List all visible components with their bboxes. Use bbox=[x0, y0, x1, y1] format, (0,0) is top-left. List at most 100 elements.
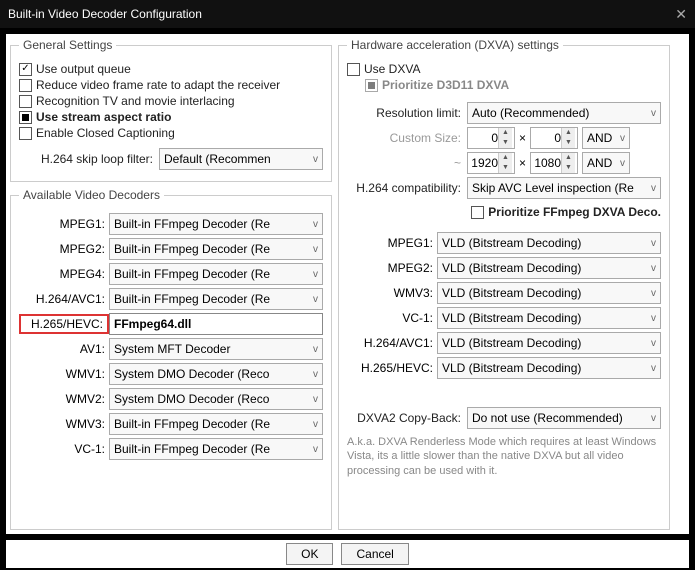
hw-decoder-select[interactable]: VLD (Bitstream Decoding)v bbox=[437, 307, 661, 329]
hw-decoder-value: VLD (Bitstream Decoding) bbox=[442, 336, 581, 350]
content: General Settings Use output queue Reduce… bbox=[6, 34, 689, 534]
spin-up-icon[interactable]: ▲ bbox=[498, 128, 512, 138]
reduce-frame-rate-checkbox[interactable] bbox=[19, 79, 32, 92]
custom-width-spinner[interactable]: ▲▼ bbox=[467, 127, 515, 149]
decoders-list[interactable]: MPEG1:Built-in FFmpeg Decoder (RevMPEG2:… bbox=[19, 210, 323, 490]
spin-down-icon[interactable]: ▼ bbox=[498, 138, 512, 148]
decoder-value: System DMO Decoder (Reco bbox=[114, 392, 269, 406]
spin-down-icon[interactable]: ▼ bbox=[561, 163, 575, 173]
hw-decoder-select[interactable]: VLD (Bitstream Decoding)v bbox=[437, 232, 661, 254]
decoder-value: Built-in FFmpeg Decoder (Re bbox=[114, 442, 270, 456]
hw-decoder-row: H.264/AVC1:VLD (Bitstream Decoding)v bbox=[347, 332, 661, 354]
logic2-select[interactable]: AND v bbox=[582, 152, 630, 174]
general-settings-legend: General Settings bbox=[19, 38, 116, 52]
hw-decoder-select[interactable]: VLD (Bitstream Decoding)v bbox=[437, 332, 661, 354]
custom-width-input[interactable] bbox=[468, 131, 498, 145]
hw-decoder-label: VC-1: bbox=[347, 311, 437, 325]
decoder-row: VC-1:Built-in FFmpeg Decoder (Rev bbox=[19, 438, 323, 460]
ok-button[interactable]: OK bbox=[286, 543, 333, 565]
decoder-value: Built-in FFmpeg Decoder (Re bbox=[114, 242, 270, 256]
custom-height-input[interactable] bbox=[531, 131, 561, 145]
decoder-select[interactable]: Built-in FFmpeg Decoder (Rev bbox=[109, 238, 323, 260]
chevron-down-icon: v bbox=[651, 108, 656, 119]
resolution-limit-label: Resolution limit: bbox=[347, 106, 467, 120]
skip-loop-label: H.264 skip loop filter: bbox=[19, 152, 159, 166]
window: Built-in Video Decoder Configuration ✕ G… bbox=[0, 0, 695, 570]
custom-width2-input[interactable] bbox=[468, 156, 498, 170]
decoder-select[interactable]: Built-in FFmpeg Decoder (Re v bbox=[109, 263, 323, 285]
logic1-select[interactable]: AND v bbox=[582, 127, 630, 149]
hw-decoder-select[interactable]: VLD (Bitstream Decoding)v bbox=[437, 357, 661, 379]
chevron-down-icon: v bbox=[313, 344, 318, 355]
custom-height-spinner[interactable]: ▲▼ bbox=[530, 127, 578, 149]
logic2-value: AND bbox=[587, 156, 612, 170]
chevron-down-icon: v bbox=[313, 154, 318, 165]
chevron-down-icon: v bbox=[313, 269, 318, 280]
decoder-label: H.264/AVC1: bbox=[19, 292, 109, 306]
decoder-row: AV1:System MFT Decoderv bbox=[19, 338, 323, 360]
spin-down-icon[interactable]: ▼ bbox=[498, 163, 512, 173]
custom-height2-spinner[interactable]: ▲▼ bbox=[530, 152, 578, 174]
cancel-button[interactable]: Cancel bbox=[341, 543, 408, 565]
prioritize-ffmpeg-checkbox[interactable] bbox=[471, 206, 484, 219]
logic1-value: AND bbox=[587, 131, 612, 145]
chevron-down-icon: v bbox=[620, 133, 625, 144]
hw-decoder-label: MPEG1: bbox=[347, 236, 437, 250]
hw-decoder-label: H.264/AVC1: bbox=[347, 336, 437, 350]
spin-up-icon[interactable]: ▲ bbox=[498, 153, 512, 163]
prioritize-ffmpeg-label: Prioritize FFmpeg DXVA Deco. bbox=[488, 205, 661, 219]
spin-up-icon[interactable]: ▲ bbox=[561, 153, 575, 163]
prioritize-d3d11-label: Prioritize D3D11 DXVA bbox=[382, 78, 509, 92]
tilde-label: ~ bbox=[347, 156, 467, 170]
use-dxva-checkbox[interactable] bbox=[347, 63, 360, 76]
resolution-limit-select[interactable]: Auto (Recommended) v bbox=[467, 102, 661, 124]
decoder-row: H.264/AVC1:Built-in FFmpeg Decoder (Rev bbox=[19, 288, 323, 310]
decoder-select[interactable]: Built-in FFmpeg Decoder (Rev bbox=[109, 213, 323, 235]
hw-decoder-value: VLD (Bitstream Decoding) bbox=[442, 236, 581, 250]
spin-up-icon[interactable]: ▲ bbox=[561, 128, 575, 138]
decoder-value: Built-in FFmpeg Decoder (Re bbox=[114, 417, 270, 431]
recognition-tv-checkbox[interactable] bbox=[19, 95, 32, 108]
skip-loop-value: Default (Recommen bbox=[164, 152, 271, 166]
use-dxva-label: Use DXVA bbox=[364, 62, 420, 76]
hw-decoders-list[interactable]: MPEG1:VLD (Bitstream Decoding)vMPEG2:VLD… bbox=[347, 229, 661, 399]
decoder-value: Built-in FFmpeg Decoder (Re bbox=[114, 267, 270, 281]
decoder-row: MPEG2:Built-in FFmpeg Decoder (Rev bbox=[19, 238, 323, 260]
custom-height2-input[interactable] bbox=[531, 156, 561, 170]
hardware-accel-group: Hardware acceleration (DXVA) settings Us… bbox=[338, 38, 670, 530]
copyback-select[interactable]: Do not use (Recommended) v bbox=[467, 407, 661, 429]
decoder-select[interactable]: System DMO Decoder (Recov bbox=[109, 388, 323, 410]
prioritize-d3d11-checkbox[interactable] bbox=[365, 79, 378, 92]
custom-width2-spinner[interactable]: ▲▼ bbox=[467, 152, 515, 174]
spin-down-icon[interactable]: ▼ bbox=[561, 138, 575, 148]
hw-decoder-row: H.265/HEVC:VLD (Bitstream Decoding)v bbox=[347, 357, 661, 379]
use-stream-aspect-checkbox[interactable] bbox=[19, 111, 32, 124]
skip-loop-select[interactable]: Default (Recommen v bbox=[159, 148, 323, 170]
decoder-label: WMV3: bbox=[19, 417, 109, 431]
custom-size-label: Custom Size: bbox=[347, 131, 467, 145]
hw-decoder-row: WMV3:VLD (Bitstream Decoding)v bbox=[347, 282, 661, 304]
decoder-label: WMV2: bbox=[19, 392, 109, 406]
decoder-select[interactable]: Built-in FFmpeg Decoder (Rev bbox=[109, 438, 323, 460]
decoder-select[interactable]: Built-in FFmpeg Decoder (Rev bbox=[109, 288, 323, 310]
chevron-down-icon: v bbox=[651, 263, 656, 274]
decoder-row: WMV3:Built-in FFmpeg Decoder (Rev bbox=[19, 413, 323, 435]
copyback-value: Do not use (Recommended) bbox=[472, 411, 623, 425]
decoder-select[interactable]: System MFT Decoderv bbox=[109, 338, 323, 360]
general-settings-group: General Settings Use output queue Reduce… bbox=[10, 38, 332, 182]
decoder-select[interactable]: System DMO Decoder (Recov bbox=[109, 363, 323, 385]
hw-decoder-select[interactable]: VLD (Bitstream Decoding)v bbox=[437, 257, 661, 279]
chevron-down-icon: v bbox=[313, 369, 318, 380]
close-icon[interactable]: ✕ bbox=[675, 6, 687, 23]
decoder-textbox[interactable]: FFmpeg64.dll bbox=[109, 313, 323, 335]
h264-compat-select[interactable]: Skip AVC Level inspection (Re v bbox=[467, 177, 661, 199]
available-decoders-group: Available Video Decoders MPEG1:Built-in … bbox=[10, 188, 332, 530]
hw-decoder-value: VLD (Bitstream Decoding) bbox=[442, 311, 581, 325]
decoder-value: Built-in FFmpeg Decoder (Re bbox=[114, 217, 270, 231]
enable-cc-checkbox[interactable] bbox=[19, 127, 32, 140]
decoder-select[interactable]: Built-in FFmpeg Decoder (Rev bbox=[109, 413, 323, 435]
left-column: General Settings Use output queue Reduce… bbox=[10, 38, 332, 530]
use-output-queue-checkbox[interactable] bbox=[19, 63, 32, 76]
decoder-label: WMV1: bbox=[19, 367, 109, 381]
hw-decoder-select[interactable]: VLD (Bitstream Decoding)v bbox=[437, 282, 661, 304]
